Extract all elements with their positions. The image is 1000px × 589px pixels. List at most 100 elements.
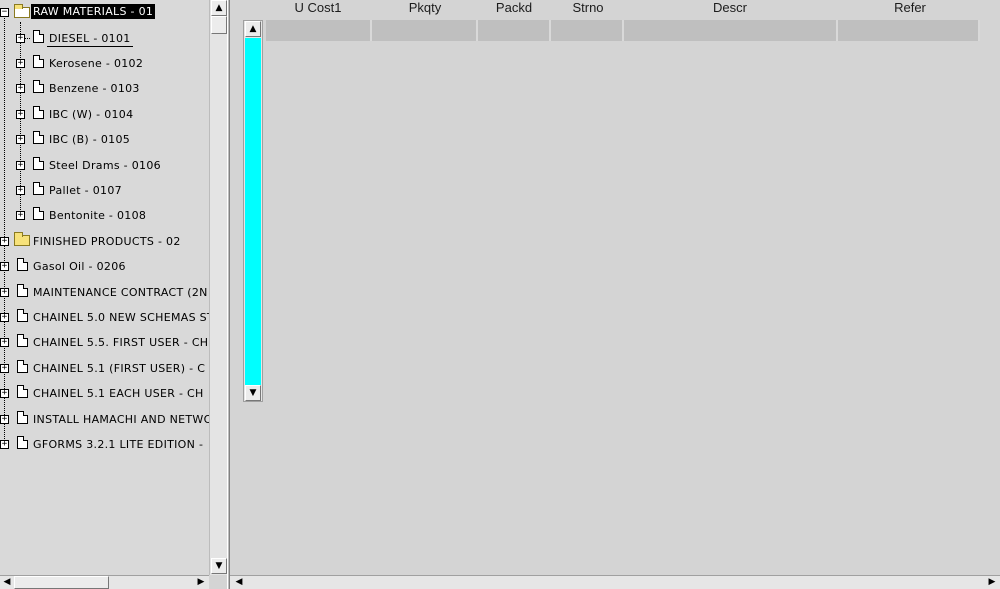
expand-icon[interactable]: + — [0, 262, 9, 271]
column-header-strno[interactable]: Strno — [558, 0, 618, 17]
document-icon — [33, 80, 44, 93]
tree-node-label: RAW MATERIALS - 01 — [31, 4, 156, 19]
expand-icon[interactable]: + — [16, 186, 25, 195]
tree-node-raw-materials[interactable]: − RAW MATERIALS - 01 — [0, 0, 209, 25]
grid-cell-descr[interactable] — [624, 20, 838, 41]
tree-node-label: FINISHED PRODUCTS - 02 — [33, 235, 181, 248]
expand-icon[interactable]: + — [16, 34, 25, 43]
grid-cell-pkqty[interactable] — [372, 20, 478, 41]
expand-icon[interactable]: + — [16, 59, 25, 68]
tree-vertical-scroll-thumb[interactable] — [211, 16, 227, 34]
tree-node-kerosene[interactable]: + Kerosene - 0102 — [0, 51, 209, 76]
tree-horizontal-scroll-thumb[interactable] — [14, 576, 109, 589]
expand-icon[interactable]: + — [0, 440, 9, 449]
tree-node-label: IBC (W) - 0104 — [49, 108, 134, 121]
column-header-refer[interactable]: Refer — [870, 0, 950, 17]
scroll-right-arrow-icon[interactable]: ▶ — [985, 576, 999, 589]
scroll-up-arrow-icon[interactable]: ▲ — [211, 0, 227, 16]
document-icon — [17, 436, 28, 449]
tree-node-label: Steel Drams - 0106 — [49, 159, 161, 172]
tree-node-maintenance-contract[interactable]: + MAINTENANCE CONTRACT (2N — [0, 280, 209, 305]
tree-node-diesel[interactable]: + DIESEL - 0101 — [0, 26, 209, 51]
tree-node-benzene[interactable]: + Benzene - 0103 — [0, 76, 209, 101]
document-icon — [17, 284, 28, 297]
grid-horizontal-scrollbar[interactable]: ◀ ▶ — [230, 575, 1000, 589]
scroll-down-arrow-icon[interactable]: ▼ — [245, 385, 261, 401]
tree-node-chainel-51-each[interactable]: + CHAINEL 5.1 EACH USER - CH — [0, 381, 209, 406]
column-header-descr[interactable]: Descr — [685, 0, 775, 17]
tree-node-install-hamachi[interactable]: + INSTALL HAMACHI AND NETWO — [0, 407, 209, 432]
tree-node-label: DIESEL - 0101 — [47, 32, 133, 47]
scroll-left-arrow-icon[interactable]: ◀ — [0, 576, 14, 589]
document-icon — [17, 385, 28, 398]
expand-icon[interactable]: + — [0, 415, 9, 424]
column-header-u-cost1[interactable]: U Cost1 — [288, 0, 348, 17]
expand-icon[interactable]: + — [0, 313, 9, 322]
tree-node-gforms[interactable]: + GFORMS 3.2.1 LITE EDITION - — [0, 432, 209, 457]
expand-icon[interactable]: + — [16, 84, 25, 93]
document-icon — [17, 360, 28, 373]
tree-node-ibc-b[interactable]: + IBC (B) - 0105 — [0, 127, 209, 152]
document-icon — [33, 106, 44, 119]
scroll-up-arrow-icon[interactable]: ▲ — [245, 21, 261, 37]
document-icon — [33, 157, 44, 170]
column-header-pkqty[interactable]: Pkqty — [395, 0, 455, 17]
tree-node-label: GFORMS 3.2.1 LITE EDITION - — [33, 438, 204, 451]
tree-node-ibc-w[interactable]: + IBC (W) - 0104 — [0, 102, 209, 127]
folder-open-icon — [14, 4, 30, 18]
tree-node-chainel-50[interactable]: + CHAINEL 5.0 NEW SCHEMAS ST — [0, 305, 209, 330]
tree-node-gasol-oil[interactable]: + Gasol Oil - 0206 — [0, 254, 209, 279]
expand-icon[interactable]: + — [16, 135, 25, 144]
grid-cell-refer[interactable] — [838, 20, 980, 41]
grid-panel: U Cost1 Pkqty Packd Strno Descr Refer ▲ … — [230, 0, 1000, 575]
grid-vertical-scrollbar[interactable]: ▲ ▼ — [243, 20, 263, 402]
expand-icon[interactable]: + — [0, 237, 9, 246]
scroll-left-arrow-icon[interactable]: ◀ — [232, 576, 246, 589]
expand-icon[interactable]: + — [0, 364, 9, 373]
tree-node-steel-drams[interactable]: + Steel Drams - 0106 — [0, 153, 209, 178]
tree-node-label: CHAINEL 5.1 (FIRST USER) - C — [33, 362, 206, 375]
collapse-icon[interactable]: − — [0, 8, 9, 17]
expand-icon[interactable]: + — [16, 161, 25, 170]
grid-vertical-scroll-thumb[interactable] — [245, 38, 261, 386]
tree-node-label: Benzene - 0103 — [49, 82, 140, 95]
tree-vertical-scrollbar[interactable]: ▲ ▼ — [209, 0, 227, 575]
document-icon — [33, 207, 44, 220]
document-icon — [33, 55, 44, 68]
tree-node-finished-products[interactable]: + FINISHED PRODUCTS - 02 — [0, 229, 209, 254]
grid-cell-packd[interactable] — [478, 20, 551, 41]
app-window: − RAW MATERIALS - 01 + DIESEL - 0101 + K… — [0, 0, 1000, 589]
tree-node-chainel-55[interactable]: + CHAINEL 5.5. FIRST USER - CH — [0, 330, 209, 355]
tree-node-label: Pallet - 0107 — [49, 184, 122, 197]
expand-icon[interactable]: + — [0, 338, 9, 347]
scroll-down-arrow-icon[interactable]: ▼ — [211, 558, 227, 574]
tree-panel: − RAW MATERIALS - 01 + DIESEL - 0101 + K… — [0, 0, 209, 575]
tree-horizontal-scrollbar[interactable]: ◀ ▶ — [0, 575, 209, 589]
document-icon — [33, 131, 44, 144]
document-icon — [17, 309, 28, 322]
tree-node-label: CHAINEL 5.1 EACH USER - CH — [33, 387, 204, 400]
column-header-packd[interactable]: Packd — [484, 0, 544, 17]
expand-icon[interactable]: + — [0, 389, 9, 398]
tree-node-label: CHAINEL 5.0 NEW SCHEMAS ST — [33, 311, 209, 324]
tree-node-label: INSTALL HAMACHI AND NETWO — [33, 413, 209, 426]
tree-node-chainel-51-first[interactable]: + CHAINEL 5.1 (FIRST USER) - C — [0, 356, 209, 381]
expand-icon[interactable]: + — [0, 288, 9, 297]
scrollbar-corner — [209, 575, 227, 589]
tree-node-pallet[interactable]: + Pallet - 0107 — [0, 178, 209, 203]
tree-node-label: MAINTENANCE CONTRACT (2N — [33, 286, 208, 299]
document-icon — [17, 258, 28, 271]
tree-node-label: Kerosene - 0102 — [49, 57, 144, 70]
scroll-right-arrow-icon[interactable]: ▶ — [194, 576, 208, 589]
tree-node-bentonite[interactable]: + Bentonite - 0108 — [0, 203, 209, 228]
document-icon — [33, 182, 44, 195]
grid-cell-strno[interactable] — [551, 20, 624, 41]
folder-icon — [14, 232, 30, 246]
grid-cell-u-cost1[interactable] — [266, 20, 372, 41]
expand-icon[interactable]: + — [16, 211, 25, 220]
document-icon — [17, 334, 28, 347]
tree-node-label: Gasol Oil - 0206 — [33, 260, 126, 273]
tree-node-label: IBC (B) - 0105 — [49, 133, 131, 146]
expand-icon[interactable]: + — [16, 110, 25, 119]
document-icon — [33, 30, 44, 43]
